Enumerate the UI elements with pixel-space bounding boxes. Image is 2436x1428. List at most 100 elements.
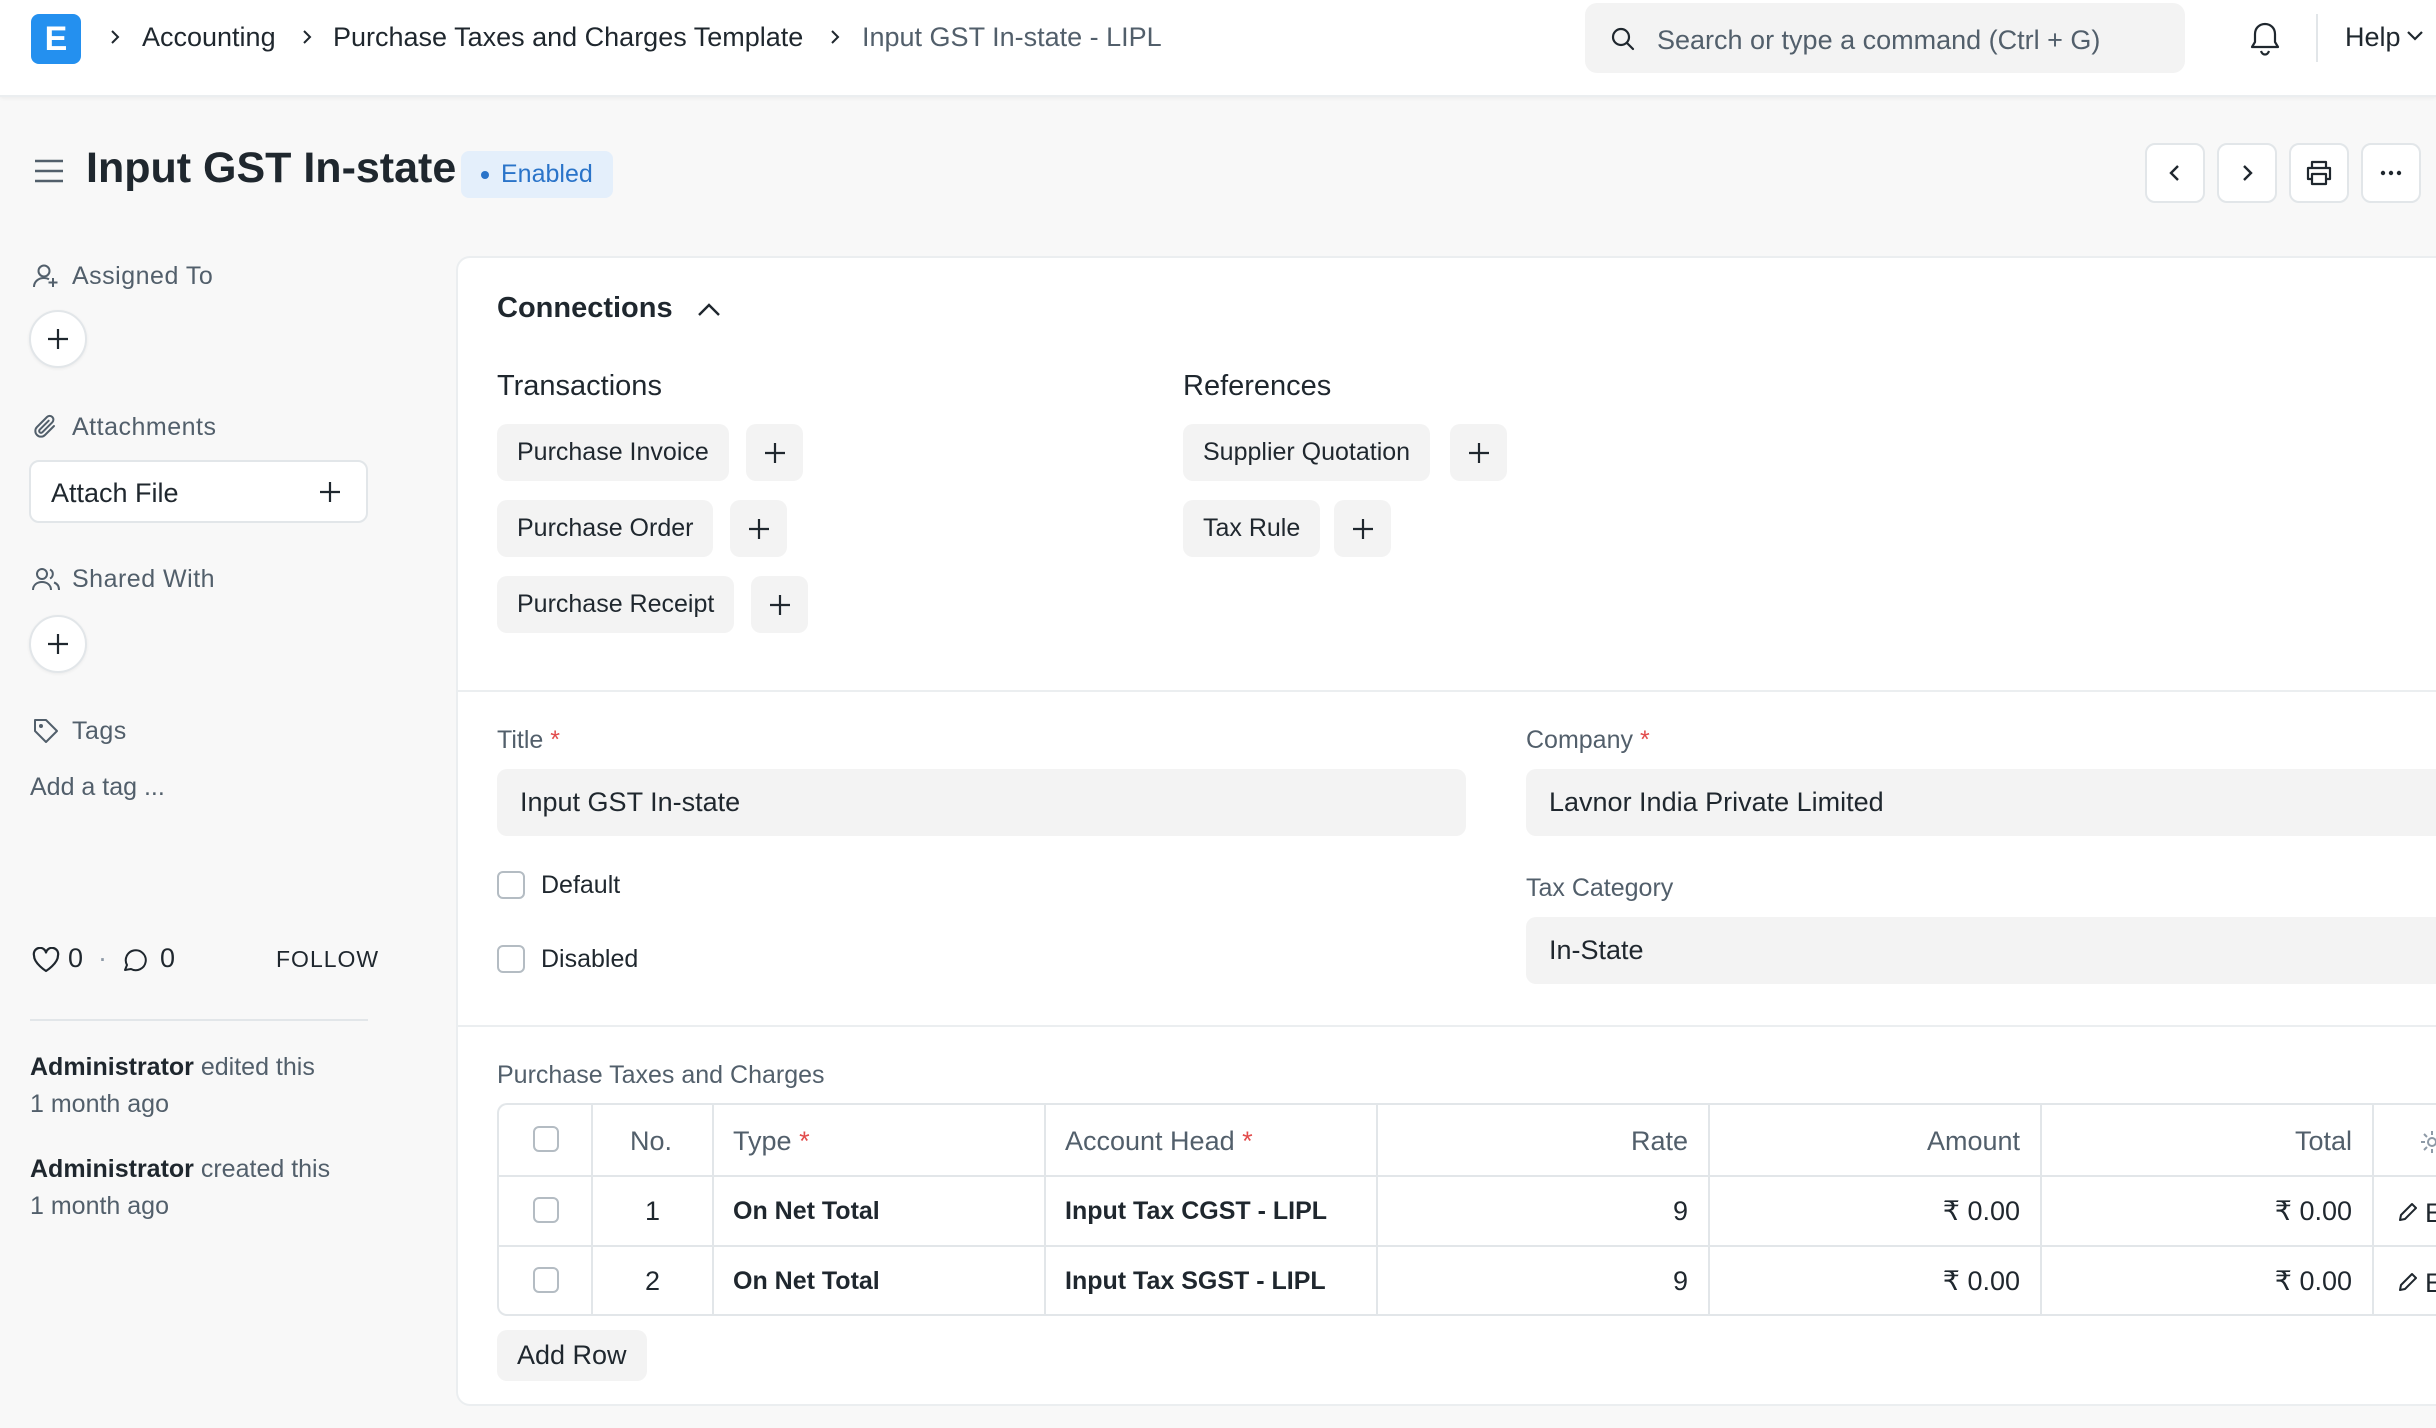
row-checkbox[interactable] bbox=[533, 1267, 559, 1293]
stats-dot: · bbox=[98, 943, 107, 973]
row-type[interactable]: On Net Total bbox=[733, 1197, 880, 1226]
new-purchase-receipt-button[interactable] bbox=[751, 576, 808, 633]
disabled-checkbox[interactable] bbox=[497, 945, 525, 973]
search-bar[interactable]: Search or type a command (Ctrl + G) bbox=[1585, 3, 2185, 73]
heart-icon[interactable] bbox=[32, 947, 60, 973]
connections-title[interactable]: Connections bbox=[497, 292, 673, 325]
users-icon bbox=[32, 568, 60, 591]
activity-action: edited this bbox=[200, 1053, 315, 1081]
column-total: Total bbox=[2294, 1126, 2352, 1156]
navbar: E Accounting Purchase Taxes and Charges … bbox=[0, 0, 2436, 97]
title-input[interactable]: Input GST In-state bbox=[497, 769, 1466, 836]
row-account-head[interactable]: Input Tax SGST - LIPL bbox=[1065, 1267, 1326, 1296]
link-purchase-order[interactable]: Purchase Order bbox=[497, 500, 714, 557]
plus-icon bbox=[48, 634, 68, 654]
select-all-checkbox[interactable] bbox=[533, 1126, 559, 1152]
sidebar-divider bbox=[30, 1019, 368, 1021]
chevron-right-icon bbox=[2243, 165, 2253, 181]
chevron-right-icon bbox=[831, 30, 840, 44]
status-badge: Enabled bbox=[461, 151, 613, 198]
assigned-to-label: Assigned To bbox=[72, 262, 214, 290]
plus-icon bbox=[769, 594, 790, 615]
row-amount[interactable]: ₹ 0.00 bbox=[1710, 1266, 2020, 1297]
row-total[interactable]: ₹ 0.00 bbox=[2042, 1266, 2352, 1297]
paperclip-icon bbox=[34, 414, 55, 438]
sidebar-toggle-icon[interactable] bbox=[34, 158, 64, 184]
activity-user[interactable]: Administrator bbox=[30, 1155, 194, 1183]
like-count: 0 bbox=[68, 943, 84, 973]
comment-count: 0 bbox=[160, 943, 176, 973]
search-placeholder: Search or type a command (Ctrl + G) bbox=[1657, 25, 2101, 55]
row-edit-label[interactable]: E bbox=[2425, 1198, 2436, 1229]
user-add-icon bbox=[33, 264, 58, 288]
table-column-divider bbox=[2372, 1105, 2374, 1316]
gear-icon[interactable] bbox=[2419, 1129, 2436, 1155]
new-purchase-invoice-button[interactable] bbox=[746, 424, 803, 481]
edit-pencil-icon[interactable] bbox=[2397, 1201, 2419, 1223]
default-checkbox[interactable] bbox=[497, 871, 525, 899]
row-rate[interactable]: 9 bbox=[1378, 1196, 1688, 1227]
link-purchase-invoice[interactable]: Purchase Invoice bbox=[497, 424, 729, 481]
activity-action: created this bbox=[200, 1155, 331, 1183]
new-purchase-order-button[interactable] bbox=[730, 500, 787, 557]
column-amount: Amount bbox=[1926, 1126, 2020, 1156]
notification-bell-icon[interactable] bbox=[2248, 20, 2282, 58]
follow-button[interactable]: FOLLOW bbox=[276, 946, 379, 973]
row-edit-label[interactable]: E bbox=[2425, 1268, 2436, 1299]
share-add-button[interactable] bbox=[29, 615, 87, 673]
row-account-head[interactable]: Input Tax CGST - LIPL bbox=[1065, 1197, 1327, 1226]
transactions-heading: Transactions bbox=[497, 370, 662, 402]
disabled-label: Disabled bbox=[541, 945, 639, 973]
company-label: Company * bbox=[1526, 726, 1650, 754]
new-tax-rule-button[interactable] bbox=[1334, 500, 1391, 557]
assign-add-button[interactable] bbox=[29, 310, 87, 368]
more-horizontal-icon bbox=[2380, 170, 2402, 176]
breadcrumb-accounting[interactable]: Accounting bbox=[142, 22, 276, 53]
column-account-head: Account Head * bbox=[1065, 1126, 1253, 1156]
tag-icon bbox=[34, 719, 58, 743]
taxes-table-label: Purchase Taxes and Charges bbox=[497, 1061, 825, 1089]
add-tag-input[interactable]: Add a tag ... bbox=[30, 773, 165, 802]
chevron-down-icon[interactable] bbox=[2406, 30, 2424, 42]
row-total[interactable]: ₹ 0.00 bbox=[2042, 1196, 2352, 1227]
company-input[interactable]: Lavnor India Private Limited bbox=[1526, 769, 2436, 836]
breadcrumb-current[interactable]: Input GST In-state - LIPL bbox=[862, 22, 1162, 53]
title-label: Title * bbox=[497, 726, 560, 754]
plus-icon bbox=[320, 482, 340, 502]
plus-icon bbox=[48, 329, 68, 349]
previous-doc-button[interactable] bbox=[2145, 143, 2205, 203]
table-column-divider bbox=[1044, 1105, 1046, 1316]
help-menu[interactable]: Help bbox=[2345, 22, 2401, 53]
next-doc-button[interactable] bbox=[2217, 143, 2277, 203]
edit-pencil-icon[interactable] bbox=[2397, 1271, 2419, 1293]
references-heading: References bbox=[1183, 370, 1332, 402]
new-supplier-quotation-button[interactable] bbox=[1450, 424, 1507, 481]
row-type[interactable]: On Net Total bbox=[733, 1267, 880, 1296]
more-actions-button[interactable] bbox=[2361, 143, 2421, 203]
attach-file-button[interactable]: Attach File bbox=[29, 460, 368, 523]
row-amount[interactable]: ₹ 0.00 bbox=[1710, 1196, 2020, 1227]
app-logo[interactable]: E bbox=[31, 14, 81, 64]
link-purchase-receipt[interactable]: Purchase Receipt bbox=[497, 576, 735, 633]
attachments-label: Attachments bbox=[72, 413, 217, 441]
attach-file-label: Attach File bbox=[51, 478, 179, 508]
printer-icon bbox=[2306, 160, 2332, 186]
add-row-button[interactable]: Add Row bbox=[497, 1330, 647, 1381]
breadcrumb-template-list[interactable]: Purchase Taxes and Charges Template bbox=[333, 22, 803, 53]
chevron-up-icon[interactable] bbox=[696, 302, 722, 318]
tax-category-input[interactable]: In-State bbox=[1526, 917, 2436, 984]
row-rate[interactable]: 9 bbox=[1378, 1266, 1688, 1297]
activity-user[interactable]: Administrator bbox=[30, 1053, 194, 1081]
taxes-table: No. Type * Account Head * Rate Amount To… bbox=[497, 1103, 2436, 1316]
link-supplier-quotation[interactable]: Supplier Quotation bbox=[1183, 424, 1431, 481]
table-row-divider bbox=[499, 1245, 2436, 1247]
print-button[interactable] bbox=[2289, 143, 2349, 203]
comment-icon[interactable] bbox=[121, 947, 149, 975]
chevron-right-icon bbox=[303, 30, 312, 44]
default-label: Default bbox=[541, 871, 621, 899]
shared-with-label: Shared With bbox=[72, 565, 216, 593]
row-checkbox[interactable] bbox=[533, 1197, 559, 1223]
link-tax-rule[interactable]: Tax Rule bbox=[1183, 500, 1321, 557]
tax-category-label: Tax Category bbox=[1526, 874, 1674, 902]
plus-icon bbox=[748, 518, 769, 539]
